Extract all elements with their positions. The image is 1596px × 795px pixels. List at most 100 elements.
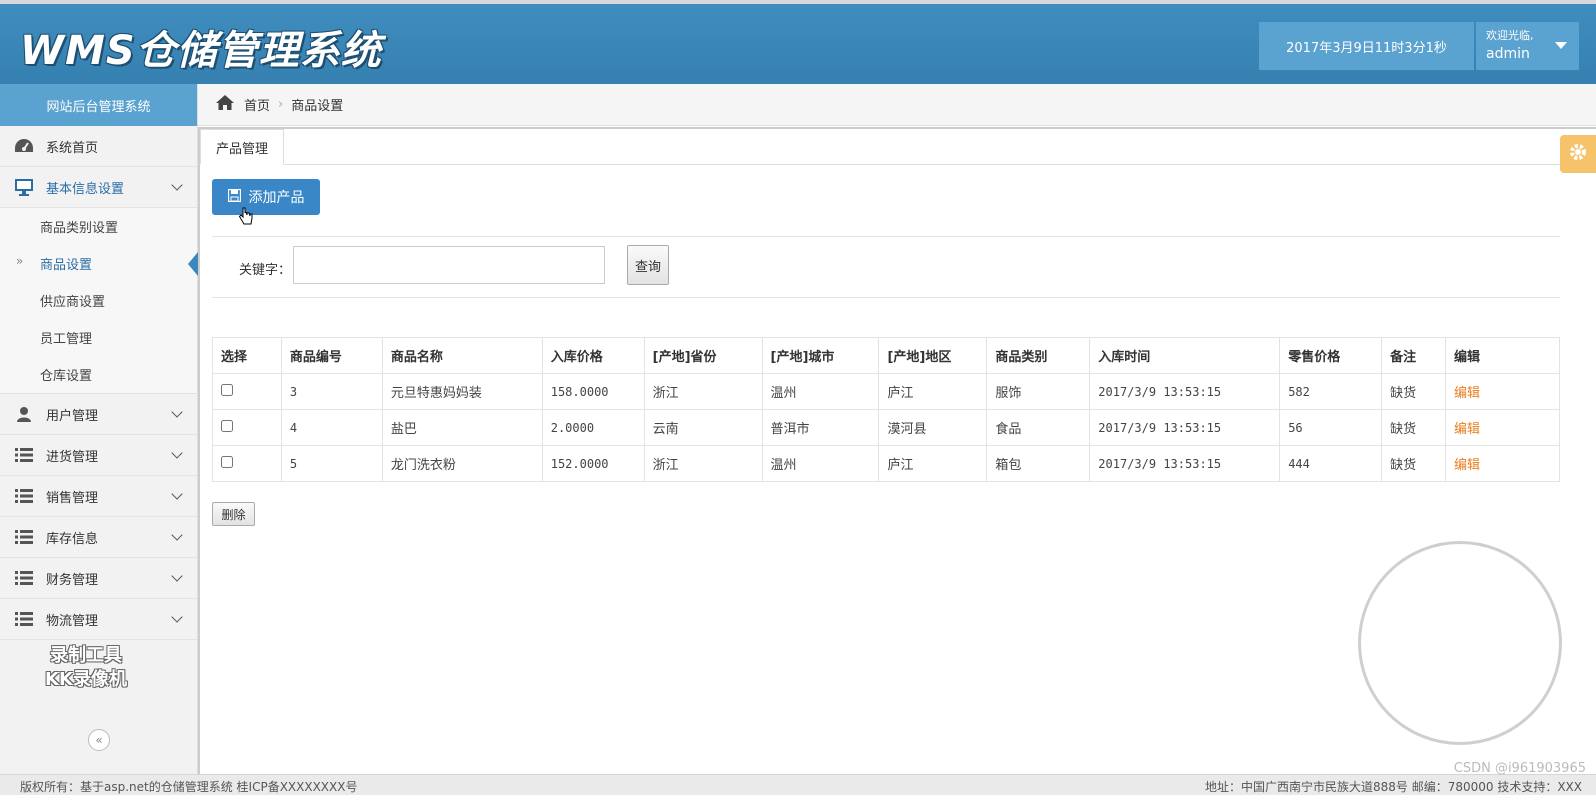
edit-link[interactable]: 编辑	[1454, 386, 1480, 401]
keyword-input[interactable]	[293, 246, 605, 284]
cell-category: 服饰	[986, 373, 1091, 410]
list-icon	[14, 569, 34, 587]
cell-district: 庐江	[878, 373, 988, 410]
chevron-down-icon	[171, 179, 183, 191]
sidebar-item-users[interactable]: 用户管理	[0, 394, 197, 435]
cell-city: 普洱市	[761, 409, 880, 446]
save-icon	[227, 188, 241, 206]
cell-province: 浙江	[643, 445, 763, 482]
chevron-down-icon	[171, 529, 183, 541]
column-header: 编辑	[1445, 337, 1560, 374]
sidebar-subitem-warehouse[interactable]: 仓库设置	[0, 356, 197, 393]
cell-price: 158.0000	[541, 373, 645, 410]
cell-id: 3	[280, 373, 383, 410]
cell-category: 食品	[986, 409, 1091, 446]
row-checkbox[interactable]	[221, 455, 233, 468]
cell-province: 浙江	[643, 373, 763, 410]
watermark-line: 录制工具	[50, 645, 122, 666]
cell-note: 缺货	[1381, 409, 1447, 446]
sidebar-submenu: 商品类别设置 商品设置 供应商设置 员工管理 仓库设置	[0, 208, 198, 394]
cell-edit: 编辑	[1445, 445, 1560, 482]
cell-city: 温州	[761, 445, 880, 482]
cell-name: 盐巴	[381, 409, 543, 446]
sidebar-subitem-label: 商品设置	[40, 258, 93, 273]
sidebar-item-label: 销售管理	[46, 490, 99, 506]
cell-district: 庐江	[878, 445, 988, 482]
breadcrumb-home[interactable]: 首页	[244, 95, 270, 114]
sidebar-subitem-suppliers[interactable]: 供应商设置	[0, 282, 197, 319]
list-icon	[14, 487, 34, 505]
edit-link[interactable]: 编辑	[1454, 422, 1480, 437]
cell-district: 漠河县	[878, 409, 988, 446]
cell-note: 缺货	[1381, 373, 1447, 410]
column-header: 零售价格	[1279, 337, 1383, 374]
cell-retail: 582	[1279, 373, 1383, 410]
cell-edit: 编辑	[1445, 409, 1560, 446]
sidebar-item-sales[interactable]: 销售管理	[0, 476, 197, 517]
csdn-watermark: CSDN @i961903965	[1453, 761, 1586, 776]
tab-product-management[interactable]: 产品管理	[200, 129, 284, 165]
tab-bar: 产品管理	[200, 129, 1596, 165]
monitor-icon	[14, 178, 34, 196]
select-cell	[212, 373, 282, 410]
settings-gear-button[interactable]	[1560, 135, 1596, 173]
sidebar-item-purchase[interactable]: 进货管理	[0, 435, 197, 476]
collapse-sidebar-button[interactable]: «	[88, 729, 110, 751]
cell-edit: 编辑	[1445, 373, 1560, 410]
hand-cursor-icon	[238, 207, 254, 229]
sidebar-item-label: 财务管理	[46, 572, 99, 588]
column-header: 选择	[212, 337, 282, 374]
row-checkbox[interactable]	[221, 383, 233, 396]
cell-price: 2.0000	[541, 409, 645, 446]
products-table: 选择 商品编号 商品名称 入库价格 [产地]省份 [产地]城市 [产地]地区 商…	[212, 337, 1560, 482]
table-row: 3 元旦特惠妈妈装 158.0000 浙江 温州 庐江 服饰 2017/3/9 …	[212, 373, 1560, 410]
cell-name: 元旦特惠妈妈装	[381, 373, 543, 410]
add-product-button[interactable]: 添加产品	[212, 179, 320, 215]
cell-retail: 56	[1279, 409, 1383, 446]
cell-category: 箱包	[986, 445, 1091, 482]
search-panel: 关键字： 查询	[212, 236, 1560, 298]
recording-indicator-circle	[1358, 541, 1562, 745]
chevron-down-icon	[171, 570, 183, 582]
cell-note: 缺货	[1381, 445, 1447, 482]
sidebar-title: 网站后台管理系统	[0, 84, 197, 126]
sidebar-item-home[interactable]: 系统首页	[0, 126, 197, 167]
user-menu[interactable]: 欢迎光临, admin	[1476, 22, 1579, 70]
sidebar-item-label: 库存信息	[46, 531, 99, 547]
select-cell	[212, 445, 282, 482]
chevron-down-icon	[171, 488, 183, 500]
sidebar-subitem-employees[interactable]: 员工管理	[0, 319, 197, 356]
sidebar-item-inventory[interactable]: 库存信息	[0, 517, 197, 558]
sidebar-item-basic-info[interactable]: 基本信息设置	[0, 167, 197, 208]
cell-price: 152.0000	[541, 445, 645, 482]
chevron-down-icon	[171, 611, 183, 623]
column-header: 备注	[1381, 337, 1447, 374]
breadcrumb-current: 商品设置	[291, 99, 344, 114]
delete-button[interactable]: 删除	[212, 502, 255, 526]
watermark-line: KK录像机	[45, 669, 127, 690]
table-row: 4 盐巴 2.0000 云南 普洱市 漠河县 食品 2017/3/9 13:53…	[212, 409, 1560, 446]
table-header-row: 选择 商品编号 商品名称 入库价格 [产地]省份 [产地]城市 [产地]地区 商…	[212, 337, 1560, 374]
query-button[interactable]: 查询	[627, 245, 669, 285]
cell-city: 温州	[761, 373, 880, 410]
cell-id: 5	[280, 445, 383, 482]
sidebar-item-finance[interactable]: 财务管理	[0, 558, 197, 599]
edit-link[interactable]: 编辑	[1454, 458, 1480, 473]
row-checkbox[interactable]	[221, 419, 233, 432]
user-icon	[14, 405, 34, 423]
cell-time: 2017/3/9 13:53:15	[1089, 409, 1281, 446]
column-header: 入库时间	[1089, 337, 1281, 374]
keyword-label: 关键字：	[239, 263, 292, 278]
sidebar-item-logistics[interactable]: 物流管理	[0, 599, 197, 640]
footer-copyright: 版权所有：基于asp.net的仓储管理系统 桂ICP备XXXXXXXX号	[20, 780, 358, 794]
gear-icon	[1568, 142, 1588, 166]
active-pointer-icon	[188, 252, 198, 276]
breadcrumb-separator-icon: ›	[278, 97, 284, 112]
cell-province: 云南	[643, 409, 763, 446]
list-icon	[14, 446, 34, 464]
caret-down-icon[interactable]	[1555, 42, 1567, 49]
sidebar-subitem-products[interactable]: 商品设置	[0, 245, 198, 282]
home-icon[interactable]	[216, 95, 234, 114]
cell-id: 4	[280, 409, 383, 446]
sidebar-subitem-category[interactable]: 商品类别设置	[0, 208, 197, 245]
